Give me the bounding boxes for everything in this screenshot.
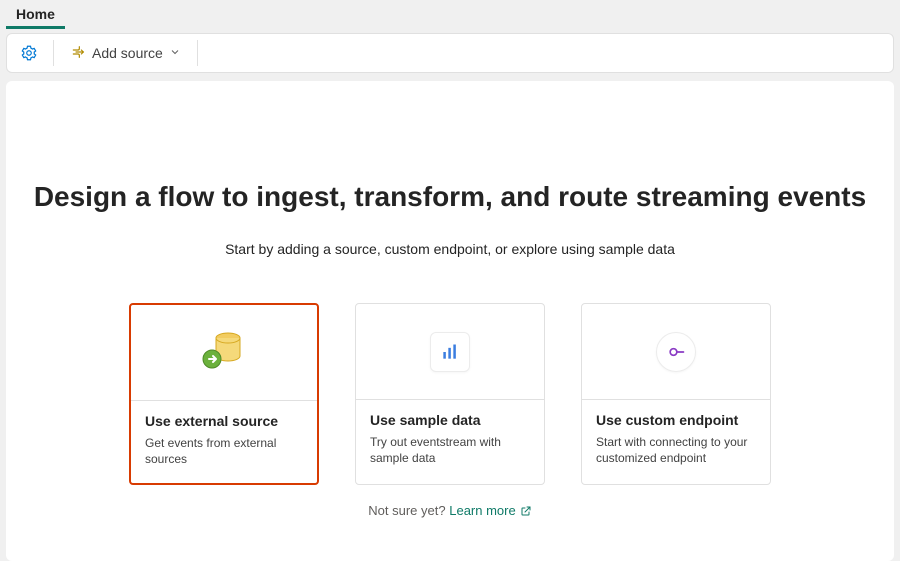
card-external-source[interactable]: Use external source Get events from exte… [129, 303, 319, 485]
custom-endpoint-icon [656, 332, 696, 372]
toolbar-divider [53, 40, 54, 66]
page-subtitle: Start by adding a source, custom endpoin… [6, 241, 894, 257]
main-canvas: Design a flow to ingest, transform, and … [6, 81, 894, 561]
card-desc: Try out eventstream with sample data [370, 434, 530, 466]
card-custom-endpoint[interactable]: Use custom endpoint Start with connectin… [581, 303, 771, 485]
learn-more-label: Learn more [449, 503, 515, 518]
footer: Not sure yet? Learn more [6, 503, 894, 518]
add-source-button[interactable]: Add source [64, 40, 187, 67]
card-icon-zone [131, 305, 317, 401]
settings-button[interactable] [15, 39, 43, 67]
add-source-icon [70, 44, 86, 63]
external-source-icon [198, 326, 250, 379]
chevron-down-icon [169, 45, 181, 61]
learn-more-link[interactable]: Learn more [449, 503, 531, 518]
tab-bar: Home [0, 0, 900, 29]
card-body: Use sample data Try out eventstream with… [356, 400, 544, 482]
card-icon-zone [582, 304, 770, 400]
card-icon-zone [356, 304, 544, 400]
card-title: Use sample data [370, 412, 530, 428]
sample-data-icon [430, 332, 470, 372]
card-desc: Get events from external sources [145, 435, 303, 467]
add-source-label: Add source [92, 45, 163, 61]
external-link-icon [520, 505, 532, 517]
card-body: Use custom endpoint Start with connectin… [582, 400, 770, 482]
card-desc: Start with connecting to your customized… [596, 434, 756, 466]
footer-text: Not sure yet? [368, 503, 445, 518]
card-body: Use external source Get events from exte… [131, 401, 317, 483]
option-cards: Use external source Get events from exte… [6, 303, 894, 485]
page-title: Design a flow to ingest, transform, and … [6, 181, 894, 213]
gear-icon [20, 44, 38, 62]
card-sample-data[interactable]: Use sample data Try out eventstream with… [355, 303, 545, 485]
toolbar: Add source [6, 33, 894, 73]
card-title: Use external source [145, 413, 303, 429]
toolbar-divider-2 [197, 40, 198, 66]
card-title: Use custom endpoint [596, 412, 756, 428]
tab-home[interactable]: Home [6, 0, 65, 29]
